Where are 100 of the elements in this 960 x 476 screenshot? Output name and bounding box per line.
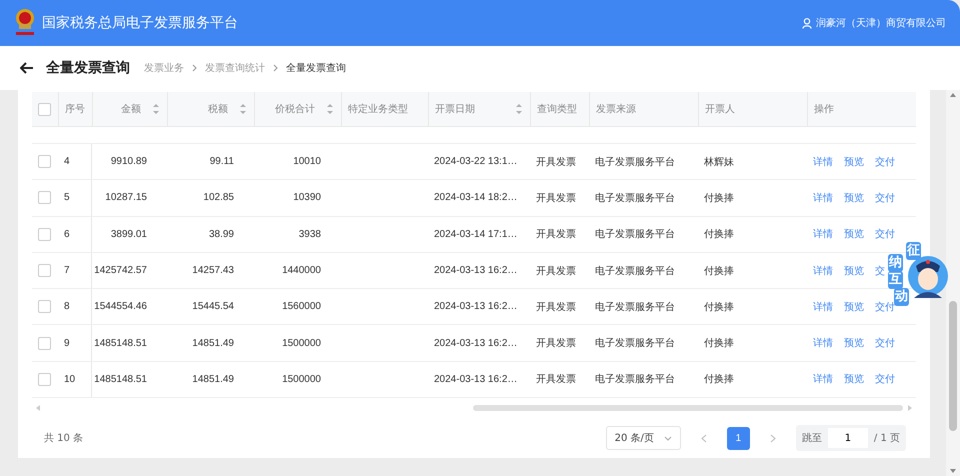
table-cell: 14851.49 — [192, 374, 234, 385]
action-link[interactable]: 交 — [875, 264, 885, 278]
table-cell: 1485148.51 — [94, 374, 147, 385]
row-checkbox[interactable] — [38, 264, 51, 278]
row-checkbox[interactable] — [38, 300, 51, 314]
assistant-char: 征 — [906, 242, 921, 260]
table-cell-text: 付换捧 — [704, 228, 734, 242]
table-cell: 9 — [64, 338, 70, 349]
action-link[interactable]: 预览 — [844, 336, 864, 350]
total-count: 共 10 条 — [44, 432, 84, 446]
action-link[interactable]: 交付 — [875, 336, 895, 350]
action-link[interactable]: 预览 — [844, 372, 864, 386]
table-cell: 1500000 — [282, 374, 321, 385]
action-link[interactable]: 详情 — [813, 300, 833, 314]
column-header: 查询类型 — [537, 102, 577, 116]
breadcrumb-item[interactable]: 发票业务 — [144, 61, 184, 75]
table-cell: 4 — [64, 156, 70, 168]
table-cell-text: 开具发票 — [536, 337, 576, 350]
table-cell: 3899.01 — [110, 228, 147, 240]
table-cell: 2024-03-14 17:1… — [434, 228, 518, 240]
table-cell: 14257.43 — [192, 265, 234, 276]
row-checkbox[interactable] — [38, 191, 51, 204]
row-checkbox[interactable] — [38, 372, 51, 386]
table-cell-text: 电子发票服务平台 — [595, 264, 675, 278]
page-input[interactable]: 1 — [828, 428, 868, 448]
sort-icon[interactable] — [240, 103, 246, 115]
column-header: 特定业务类型 — [348, 102, 408, 116]
action-link[interactable]: 详情 — [813, 154, 833, 169]
action-link[interactable]: 预览 — [844, 227, 864, 242]
prev-page-icon[interactable] — [700, 434, 707, 443]
page-count: / 1 页 — [874, 432, 900, 446]
page-button[interactable]: 1 — [726, 426, 750, 450]
column-header: 税额 — [208, 102, 228, 116]
action-link[interactable]: 预览 — [844, 264, 864, 278]
action-link[interactable]: 预览 — [844, 190, 864, 205]
action-link[interactable]: 详情 — [813, 264, 833, 278]
action-link[interactable]: 交付 — [875, 154, 895, 169]
row-checkbox[interactable] — [38, 228, 51, 241]
scroll-down-icon[interactable] — [950, 469, 956, 473]
horizontal-scrollbar[interactable] — [473, 405, 903, 412]
chevron-right-icon — [192, 64, 197, 72]
table-cell: 6 — [64, 228, 70, 240]
table-cell: 10390 — [293, 192, 321, 204]
row-checkbox[interactable] — [38, 155, 51, 168]
row-checkbox[interactable] — [38, 336, 51, 350]
table-cell-text: 电子发票服务平台 — [595, 300, 675, 314]
next-page-icon[interactable] — [770, 434, 776, 443]
table-cell-text: 付换捧 — [704, 264, 734, 278]
sort-icon[interactable] — [327, 103, 333, 115]
table-cell: 10 — [64, 374, 76, 385]
table-cell: 5 — [64, 192, 70, 204]
table-cell-text: 电子发票服务平台 — [595, 156, 675, 169]
table-cell-text: 开具发票 — [536, 264, 576, 278]
table-cell: 7 — [64, 265, 70, 276]
action-link[interactable]: 交付 — [875, 300, 895, 314]
action-link[interactable]: 预览 — [844, 154, 864, 169]
table-cell: 1560000 — [282, 301, 321, 312]
action-link[interactable]: 预览 — [844, 300, 864, 314]
table-cell: 3938 — [298, 228, 321, 240]
table-cell-text: 开具发票 — [536, 300, 576, 314]
table-cell-text: 付换捧 — [704, 372, 734, 386]
sort-icon[interactable] — [516, 103, 522, 115]
action-link[interactable]: 详情 — [813, 372, 833, 386]
back-arrow-icon[interactable] — [20, 62, 34, 74]
table-cell: 99.11 — [210, 156, 234, 168]
table-cell: 1425742.57 — [94, 265, 147, 276]
table-cell: 2024-03-14 18:2… — [434, 192, 518, 204]
page-title: 全量发票查询 — [46, 59, 130, 77]
table-cell-text: 开具发票 — [536, 228, 576, 242]
table-cell: 9910.89 — [110, 156, 147, 168]
table-cell: 2024-03-13 16:2… — [434, 338, 518, 349]
table-cell: 2024-03-22 13:1… — [434, 156, 518, 168]
user-icon — [802, 18, 812, 28]
table-cell: 10287.15 — [105, 192, 147, 204]
table-cell-text: 开具发票 — [536, 192, 576, 205]
action-link[interactable]: 详情 — [813, 190, 833, 205]
company-name[interactable]: 润豪河（天津）商贸有限公司 — [816, 16, 946, 30]
sort-icon[interactable] — [153, 103, 159, 115]
chevron-down-icon — [664, 436, 672, 441]
jump-label: 跳至 — [802, 432, 822, 446]
scroll-right-icon[interactable] — [907, 405, 912, 412]
emblem-icon — [14, 8, 36, 38]
action-link[interactable]: 交付 — [875, 190, 895, 205]
table-cell: 38.99 — [208, 228, 234, 240]
vertical-scrollbar[interactable] — [949, 301, 957, 431]
page-size-select[interactable]: 20 条/页 — [606, 426, 681, 450]
select-all-checkbox[interactable] — [38, 102, 51, 116]
table-cell-text: 开具发票 — [536, 156, 576, 169]
scroll-left-icon[interactable] — [36, 405, 41, 412]
table-cell: 1544554.46 — [94, 301, 147, 312]
action-link[interactable]: 详情 — [813, 227, 833, 242]
scroll-up-icon[interactable] — [950, 93, 956, 97]
breadcrumb-item[interactable]: 发票查询统计 — [205, 61, 265, 75]
action-link[interactable]: 交付 — [875, 227, 895, 242]
table-cell-text: 付换捧 — [704, 336, 734, 350]
table-cell: 10010 — [293, 156, 321, 168]
action-link[interactable]: 详情 — [813, 336, 833, 350]
action-link[interactable]: 交付 — [875, 372, 895, 386]
table-cell: 1440000 — [282, 265, 321, 276]
table-cell: 15445.54 — [192, 301, 234, 312]
